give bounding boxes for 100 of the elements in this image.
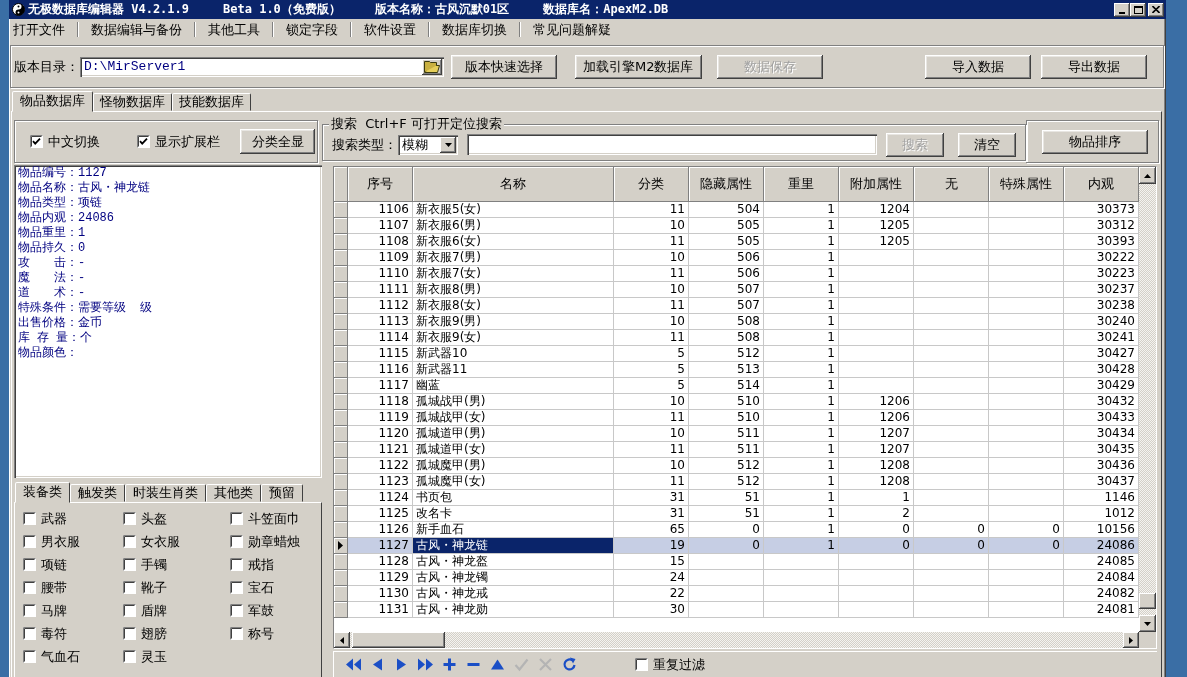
toolbar-button[interactable]: 加载引擎M2数据库 [575,54,702,79]
checkbox[interactable] [23,650,36,663]
show-all-button[interactable]: 分类全显 [240,129,315,154]
toolbar-button[interactable]: 版本快速选择 [451,54,557,79]
checkbox[interactable] [230,512,243,525]
table-row[interactable]: 1114 新衣服9(女) 11 508 1 30241 [334,330,1139,346]
checkbox[interactable] [123,650,136,663]
checkbox[interactable] [123,558,136,571]
table-row[interactable]: 1120 孤城道甲(男) 10 511 1 1207 30434 [334,426,1139,442]
plus-icon[interactable] [442,657,457,672]
table-row[interactable]: 1126 新手血石 65 0 1 0 0 0 10156 [334,522,1139,538]
checkbox[interactable] [23,604,36,617]
sort-button[interactable]: 物品排序 [1042,129,1148,154]
vertical-scrollbar[interactable] [1139,167,1156,632]
table-row[interactable]: 1109 新衣服7(男) 10 506 1 30222 [334,250,1139,266]
left-arrow-icon[interactable] [370,657,385,672]
table-row[interactable]: 1123 孤城魔甲(女) 11 512 1 1208 30437 [334,474,1139,490]
table-row[interactable]: 1111 新衣服8(男) 10 507 1 30237 [334,282,1139,298]
menu-item[interactable]: 打开文件 [13,20,77,39]
table-row[interactable]: 1122 孤城魔甲(男) 10 512 1 1208 30436 [334,458,1139,474]
scroll-down-button[interactable] [1139,615,1156,632]
table-row[interactable]: 1121 孤城道甲(女) 11 511 1 1207 30435 [334,442,1139,458]
table-row[interactable]: 1115 新武器10 5 512 1 30427 [334,346,1139,362]
toolbar-button[interactable]: 导入数据 [925,54,1031,79]
table-row[interactable]: 1117 幽蓝 5 514 1 30429 [334,378,1139,394]
table-row[interactable]: 1127 古风・神龙链 19 0 1 0 0 0 24086 [334,538,1139,554]
checkbox[interactable] [23,512,36,525]
up-triangle-icon[interactable] [490,657,505,672]
right-arrow-icon [1129,636,1133,644]
checkbox[interactable] [230,627,243,640]
menu-item[interactable]: 软件设置 [364,20,428,39]
checkbox[interactable] [123,581,136,594]
double-right-arrow-icon[interactable] [418,657,433,672]
checkbox[interactable] [230,581,243,594]
scroll-right-button[interactable] [1123,632,1139,648]
table-row[interactable]: 1108 新衣服6(女) 11 505 1 1205 30393 [334,234,1139,250]
table-row[interactable]: 1130 古风・神龙戒 22 24082 [334,586,1139,602]
table-row[interactable]: 1107 新衣服6(男) 10 505 1 1205 30312 [334,218,1139,234]
menu-item[interactable]: 锁定字段 [286,20,350,39]
table-row[interactable]: 1118 孤城战甲(男) 10 510 1 1206 30432 [334,394,1139,410]
checkbox[interactable] [635,658,648,671]
table-row[interactable]: 1110 新衣服7(女) 11 506 1 30223 [334,266,1139,282]
table-row[interactable]: 1129 古风・神龙镯 24 24084 [334,570,1139,586]
checkbox[interactable] [230,558,243,571]
category-tab[interactable]: 装备类 [15,482,70,503]
minimize-button[interactable] [1114,2,1130,17]
checkbox[interactable] [23,581,36,594]
search-field[interactable] [467,134,877,155]
right-arrow-icon[interactable] [394,657,409,672]
scroll-up-button[interactable] [1139,167,1156,184]
row-indicator[interactable] [334,538,348,554]
checkbox[interactable] [123,604,136,617]
checkbox[interactable] [230,535,243,548]
search-button[interactable]: 清空 [958,132,1016,157]
path-field[interactable]: D:\MirServer1 [80,56,444,77]
browse-button[interactable] [422,58,442,75]
search-type-select[interactable]: 模糊 [398,134,458,155]
table-row[interactable]: 1112 新衣服8(女) 11 507 1 30238 [334,298,1139,314]
category-tab[interactable]: 其他类 [206,484,261,502]
toolbar-button[interactable]: 导出数据 [1041,54,1147,79]
maximize-button[interactable] [1130,2,1146,17]
dropdown-button[interactable] [440,136,456,153]
checkbox[interactable] [23,535,36,548]
yin-yang-icon [12,3,25,16]
menu-item[interactable]: 数据编辑与备份 [91,20,194,39]
tab[interactable]: 物品数据库 [12,91,93,112]
scroll-left-button[interactable] [334,632,350,648]
category-tab[interactable]: 触发类 [70,484,125,502]
checkbox[interactable] [23,627,36,640]
scroll-thumb[interactable] [1139,593,1156,609]
checkbox-label: 显示扩展栏 [155,132,220,151]
checkbox-label: 斗笠面巾 [248,509,300,528]
checkbox[interactable] [230,604,243,617]
table-row[interactable]: 1116 新武器11 5 513 1 30428 [334,362,1139,378]
table-row[interactable]: 1125 改名卡 31 51 1 2 1012 [334,506,1139,522]
horizontal-scrollbar[interactable] [334,632,1139,648]
refresh-icon[interactable] [562,657,577,672]
category-tab[interactable]: 时装生肖类 [125,484,206,502]
checkbox[interactable] [123,512,136,525]
checkbox[interactable] [30,135,43,148]
table-row[interactable]: 1119 孤城战甲(女) 11 510 1 1206 30433 [334,410,1139,426]
column-header: 分类 [614,167,689,202]
table-row[interactable]: 1106 新衣服5(女) 11 504 1 1204 30373 [334,202,1139,218]
table-row[interactable]: 1128 古风・神龙盔 15 24085 [334,554,1139,570]
checkbox[interactable] [137,135,150,148]
checkbox[interactable] [123,535,136,548]
category-tab[interactable]: 预留 [261,484,303,502]
tab[interactable]: 技能数据库 [172,93,251,111]
scroll-thumb[interactable] [352,632,445,648]
menu-item[interactable]: 常见问题解疑 [533,20,623,39]
tab[interactable]: 怪物数据库 [93,93,172,111]
double-left-arrow-icon[interactable] [346,657,361,672]
checkbox[interactable] [123,627,136,640]
menu-item[interactable]: 数据库切换 [442,20,519,39]
menu-item[interactable]: 其他工具 [208,20,272,39]
table-row[interactable]: 1113 新衣服9(男) 10 508 1 30240 [334,314,1139,330]
table-row[interactable]: 1131 古风・神龙勋 30 24081 [334,602,1139,618]
close-button[interactable] [1148,2,1164,17]
checkbox[interactable] [23,558,36,571]
table-row[interactable]: 1124 书页包 31 51 1 1 1146 [334,490,1139,506]
